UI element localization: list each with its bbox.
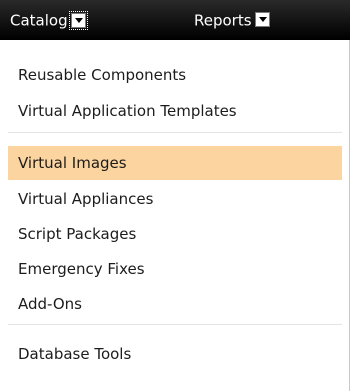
catalog-menu-label[interactable]: Catalog	[10, 12, 68, 30]
menu-item-virtual-images[interactable]: Virtual Images	[8, 146, 342, 180]
catalog-dropdown-menu: Reusable Components Virtual Application …	[0, 40, 350, 391]
catalog-dropdown-focus[interactable]	[68, 11, 88, 30]
menu-item-add-ons[interactable]: Add-Ons	[8, 287, 342, 321]
chevron-down-icon[interactable]	[70, 13, 86, 28]
menu-item-reusable-components[interactable]: Reusable Components	[8, 58, 342, 92]
reports-menu[interactable]: Reports	[194, 10, 270, 30]
menu-separator	[8, 324, 342, 325]
menu-item-virtual-appliances[interactable]: Virtual Appliances	[8, 182, 342, 216]
menu-item-database-tools[interactable]: Database Tools	[8, 337, 342, 371]
top-menu-bar: Catalog Reports	[0, 0, 350, 40]
reports-menu-label[interactable]: Reports	[194, 12, 252, 30]
chevron-down-icon[interactable]	[254, 12, 270, 27]
menu-item-script-packages[interactable]: Script Packages	[8, 217, 342, 251]
menu-item-emergency-fixes[interactable]: Emergency Fixes	[8, 252, 342, 286]
catalog-menu[interactable]: Catalog	[10, 10, 88, 30]
menu-separator	[8, 132, 342, 133]
menu-item-virtual-application-templates[interactable]: Virtual Application Templates	[8, 94, 342, 128]
